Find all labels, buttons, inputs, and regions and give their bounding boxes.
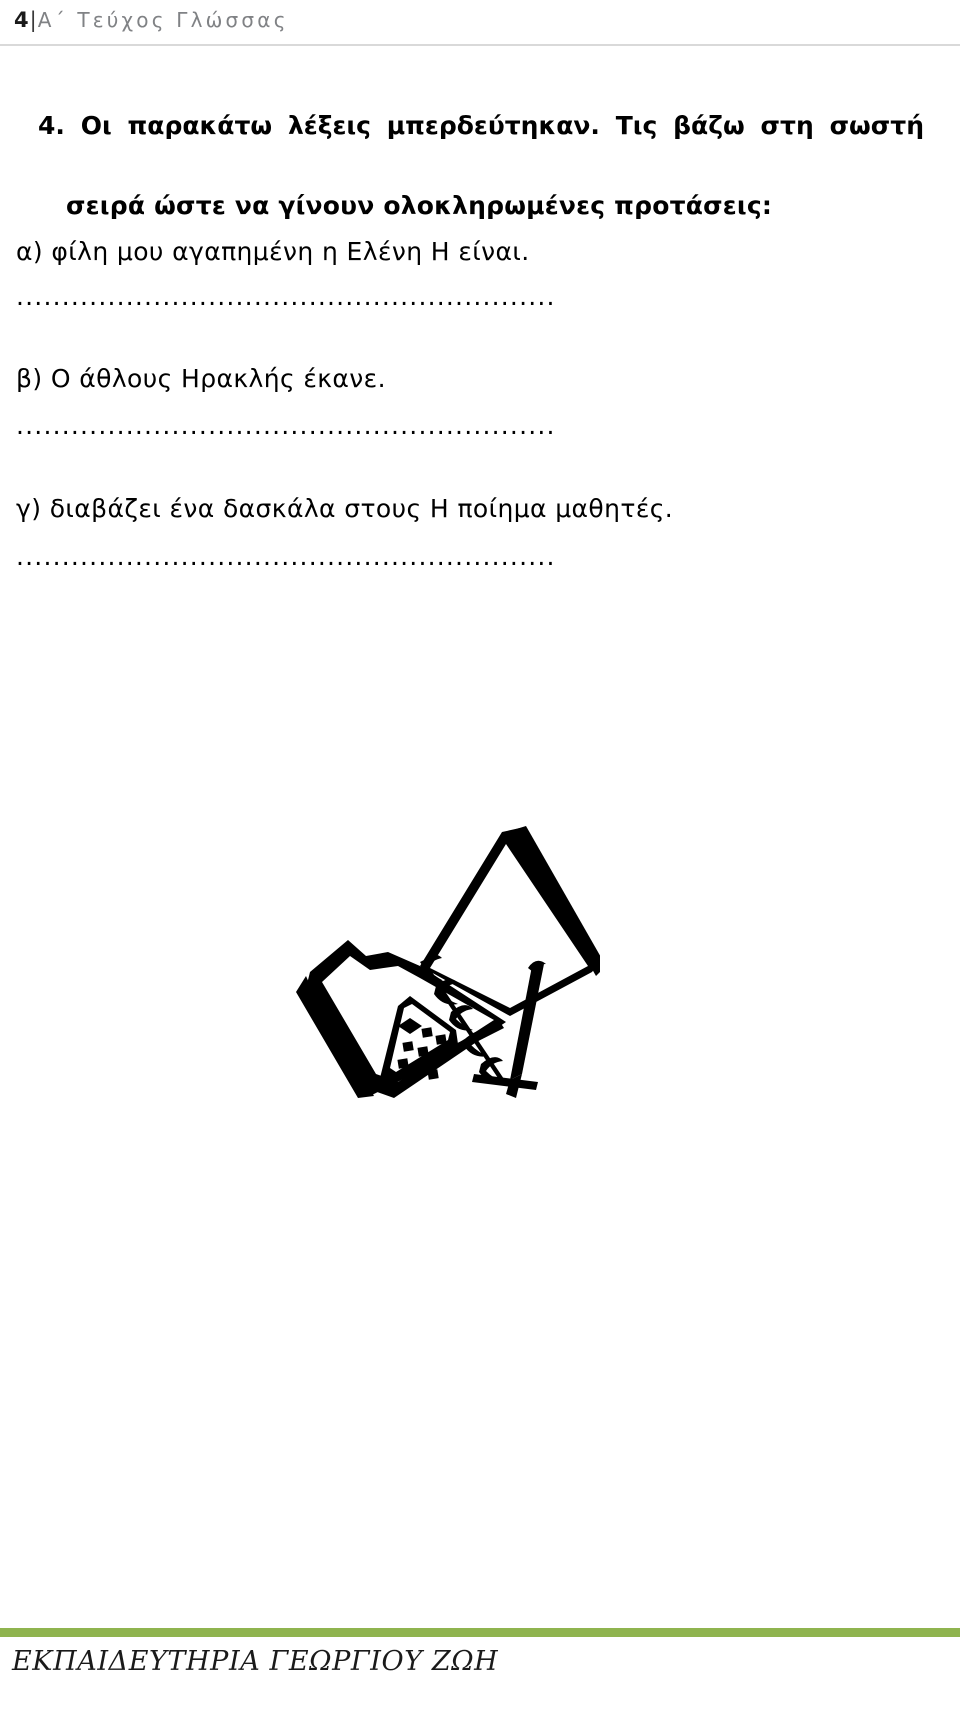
header-page-number: 4 (14, 8, 29, 32)
exercise-item-a: α) φίλη μου αγαπημένη η Ελένη Η είναι. (16, 237, 946, 266)
header-title: Α΄ Τεύχος Γλώσσας (37, 8, 289, 32)
exercise-prompt-line-1: 4. Οι παρακάτω λέξεις μπερδεύτηκαν. Τις … (38, 111, 924, 140)
header-separator: | (29, 8, 37, 32)
exercise-prompt-line-2: σειρά ώστε να γίνουν ολοκληρωμένες προτά… (66, 191, 773, 220)
footer-divider (0, 1628, 960, 1637)
exercise-item-b: β) Ο άθλους Ηρακλής έκανε. (16, 364, 946, 393)
footer-school-name: ΕΚΠΑΙΔΕΥΤΗΡΙΑ ΓΕΩΡΓΙΟΥ ΖΩΗ (12, 1646, 499, 1677)
exercise-prompt: 4. Οι παρακάτω λέξεις μπερδεύτηκαν. Τις … (38, 106, 924, 226)
exercise-item-c: γ) διαβάζει ένα δασκάλα στους Η ποίημα μ… (16, 494, 946, 523)
answer-line-b[interactable]: ........................................… (16, 411, 556, 440)
exercise-item-b-text: β) Ο άθλους Ηρακλής έκανε. (16, 364, 386, 393)
answer-line-a[interactable]: ........................................… (16, 282, 556, 311)
page-header: 4|Α΄ Τεύχος Γλώσσας (0, 0, 960, 46)
exercise-item-a-text: α) φίλη μου αγαπημένη η Ελένη Η είναι. (16, 237, 530, 266)
notebook-calculator-pen-icon (270, 816, 600, 1106)
page-footer: ΕΚΠΑΙΔΕΥΤΗΡΙΑ ΓΕΩΡΓΙΟΥ ΖΩΗ (0, 1614, 960, 1709)
exercise-item-c-text: γ) διαβάζει ένα δασκάλα στους Η ποίημα μ… (16, 494, 674, 523)
answer-line-c[interactable]: ........................................… (16, 542, 556, 571)
